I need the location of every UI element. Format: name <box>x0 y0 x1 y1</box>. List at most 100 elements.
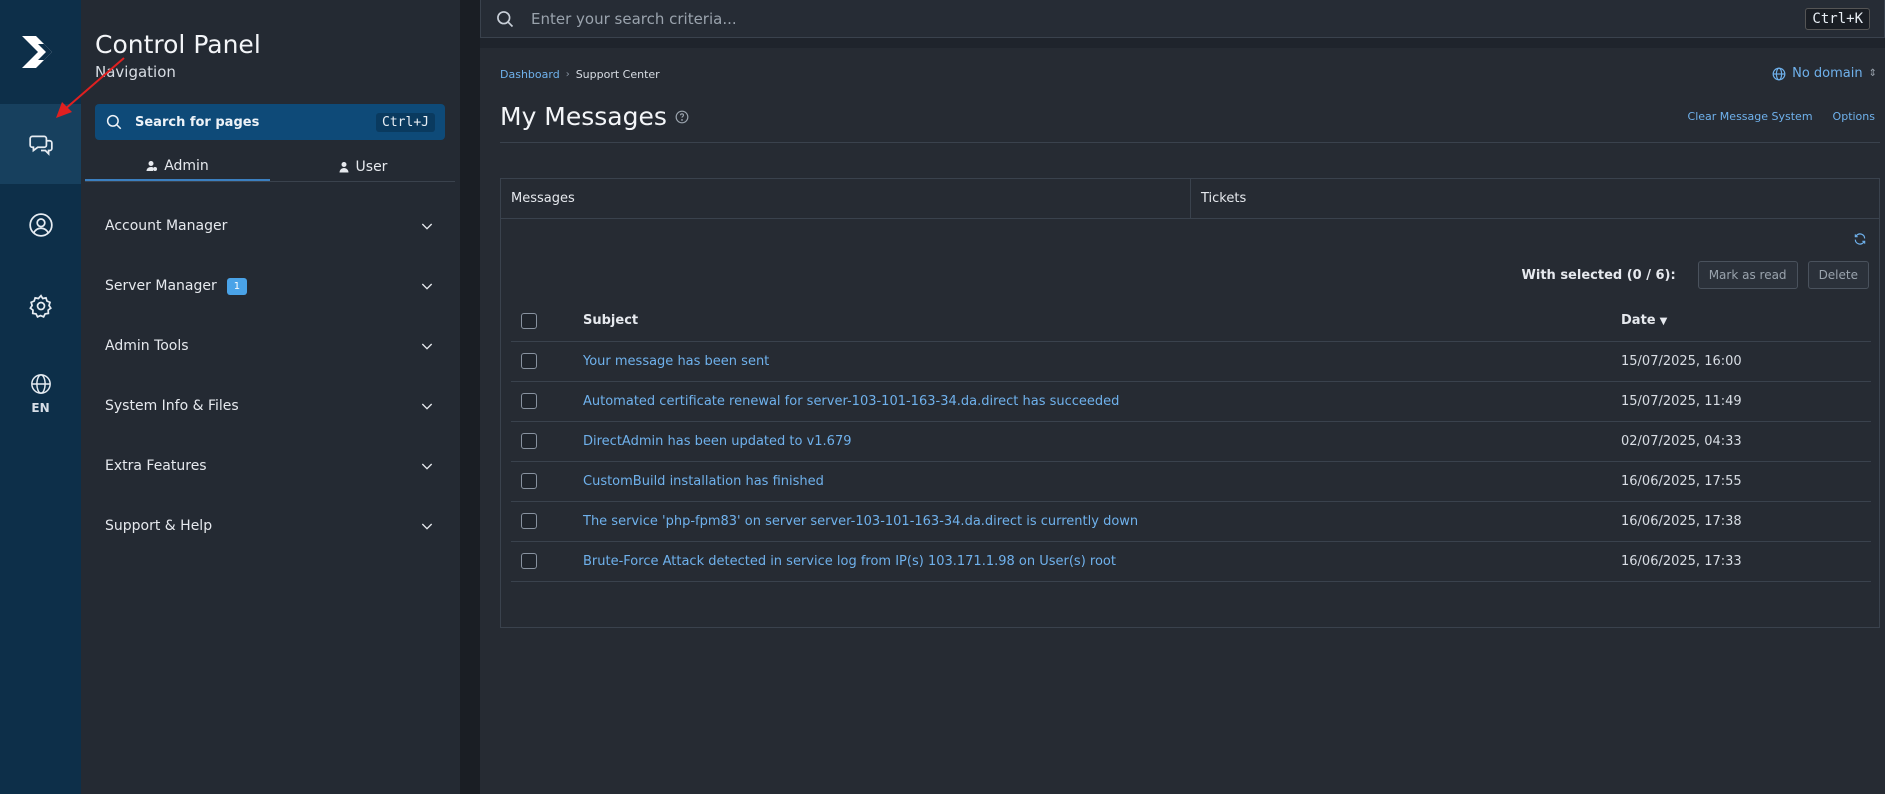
chevron-down-icon <box>421 343 433 350</box>
menu-support-help[interactable]: Support & Help <box>85 496 455 556</box>
breadcrumb: Dashboard › Support Center <box>500 68 660 81</box>
mark-as-read-button[interactable]: Mark as read <box>1697 261 1798 289</box>
table-row[interactable]: The service 'php-fpm83' on server server… <box>511 501 1871 542</box>
page-search-label: Search for pages <box>135 114 260 130</box>
table-row[interactable]: DirectAdmin has been updated to v1.679 0… <box>511 421 1871 462</box>
chevron-down-icon <box>421 463 433 470</box>
row-checkbox[interactable] <box>521 353 537 369</box>
navigation-subtitle: Navigation <box>95 63 176 81</box>
user-profile-rail-button[interactable] <box>0 185 81 265</box>
notification-badge: 1 <box>226 277 248 295</box>
menu-admin-tools[interactable]: Admin Tools <box>85 316 455 376</box>
settings-rail-button[interactable] <box>0 266 81 346</box>
row-checkbox[interactable] <box>521 393 537 409</box>
menu-account-manager[interactable]: Account Manager <box>85 196 455 256</box>
delete-button[interactable]: Delete <box>1807 261 1869 289</box>
globe-icon <box>1772 67 1786 80</box>
breadcrumb-separator-icon: › <box>565 69 570 80</box>
panel-tabs: Messages Tickets <box>501 179 1879 219</box>
language-label: EN <box>31 401 50 415</box>
message-date: 02/07/2025, 04:33 <box>1621 421 1871 462</box>
menu-server-manager[interactable]: Server Manager 1 <box>85 256 455 316</box>
chat-bubbles-icon <box>28 135 53 156</box>
date-column-label: Date <box>1621 313 1656 329</box>
language-rail-button[interactable]: EN <box>0 354 81 434</box>
table-row[interactable]: CustomBuild installation has finished 16… <box>511 461 1871 502</box>
options-link[interactable]: Options <box>1833 110 1875 123</box>
updown-chevron-icon: ⇕ <box>1868 68 1877 79</box>
date-column-header[interactable]: Date ▼ <box>1621 301 1871 342</box>
gear-icon <box>28 294 52 318</box>
select-all-checkbox[interactable] <box>521 312 537 329</box>
domain-selector-label: No domain <box>1792 66 1863 81</box>
page-search-shortcut: Ctrl+J <box>376 112 435 132</box>
navigation-panel: Control Panel Navigation Search for page… <box>81 0 460 794</box>
admin-user-icon <box>146 160 158 171</box>
message-subject-link[interactable]: Automated certificate renewal for server… <box>583 381 1621 422</box>
bulk-actions: With selected (0 / 6): Mark as read Dele… <box>1522 261 1869 289</box>
icon-rail: EN <box>0 0 81 794</box>
tab-tickets[interactable]: Tickets <box>1190 179 1879 218</box>
table-row[interactable]: Brute-Force Attack detected in service l… <box>511 541 1871 582</box>
tab-user[interactable]: User <box>270 152 455 181</box>
user-circle-icon <box>28 213 53 237</box>
globe-icon <box>30 374 51 394</box>
messages-panel: Messages Tickets With selected (0 / 6): … <box>500 178 1880 628</box>
page-search-button[interactable]: Search for pages Ctrl+J <box>95 104 445 140</box>
chevron-down-icon <box>421 283 433 290</box>
breadcrumb-dashboard[interactable]: Dashboard <box>500 68 560 81</box>
header-actions: Clear Message System Options <box>1688 110 1875 123</box>
refresh-icon[interactable] <box>1853 232 1867 246</box>
table-row[interactable]: Your message has been sent 15/07/2025, 1… <box>511 341 1871 382</box>
menu-item-label: Extra Features <box>105 458 207 474</box>
role-tabs: Admin User <box>85 152 455 182</box>
row-checkbox[interactable] <box>521 513 537 529</box>
header-divider <box>500 142 1880 143</box>
tab-admin[interactable]: Admin <box>85 152 270 181</box>
tab-messages[interactable]: Messages <box>501 179 1190 218</box>
menu-item-label: Account Manager <box>105 218 228 234</box>
message-date: 15/07/2025, 11:49 <box>1621 381 1871 422</box>
directadmin-logo-icon[interactable] <box>18 30 62 74</box>
clear-message-system-link[interactable]: Clear Message System <box>1688 110 1813 123</box>
row-checkbox[interactable] <box>521 433 537 449</box>
control-panel-title: Control Panel <box>95 30 261 59</box>
message-subject-link[interactable]: Your message has been sent <box>583 341 1621 382</box>
menu-system-info-files[interactable]: System Info & Files <box>85 376 455 436</box>
messages-rail-button[interactable] <box>0 104 81 184</box>
nav-scroll-gutter <box>460 0 480 794</box>
global-search-bar[interactable]: Enter your search criteria... Ctrl+K <box>480 0 1885 38</box>
message-subject-link[interactable]: The service 'php-fpm83' on server server… <box>583 501 1621 542</box>
menu-extra-features[interactable]: Extra Features <box>85 436 455 496</box>
subject-column-header[interactable]: Subject <box>583 301 1621 342</box>
chevron-down-icon <box>421 523 433 530</box>
help-icon[interactable] <box>675 110 689 124</box>
messages-table: Subject Date ▼ Your message has been sent… <box>511 301 1871 582</box>
message-date: 16/06/2025, 17:33 <box>1621 541 1871 582</box>
message-date: 15/07/2025, 16:00 <box>1621 341 1871 382</box>
message-subject-link[interactable]: CustomBuild installation has finished <box>583 461 1621 502</box>
tab-user-label: User <box>355 158 388 175</box>
message-subject-link[interactable]: DirectAdmin has been updated to v1.679 <box>583 421 1621 462</box>
page-title: My Messages <box>500 102 689 131</box>
row-checkbox[interactable] <box>521 473 537 489</box>
global-search-input[interactable]: Enter your search criteria... <box>531 10 1805 28</box>
domain-selector[interactable]: No domain ⇕ <box>1772 66 1877 81</box>
message-date: 16/06/2025, 17:38 <box>1621 501 1871 542</box>
page-title-text: My Messages <box>500 102 667 131</box>
with-selected-label: With selected (0 / 6): <box>1521 267 1676 283</box>
menu-item-label: Support & Help <box>105 518 213 534</box>
tab-admin-label: Admin <box>164 157 209 174</box>
message-subject-link[interactable]: Brute-Force Attack detected in service l… <box>583 541 1621 582</box>
breadcrumb-current: Support Center <box>575 68 660 81</box>
sort-desc-icon: ▼ <box>1659 316 1668 328</box>
menu-item-label: System Info & Files <box>105 398 239 414</box>
row-checkbox[interactable] <box>521 553 537 569</box>
chevron-down-icon <box>421 403 433 410</box>
table-row[interactable]: Automated certificate renewal for server… <box>511 381 1871 422</box>
menu-item-label: Server Manager <box>105 278 217 294</box>
main-content: Dashboard › Support Center No domain ⇕ M… <box>480 48 1885 794</box>
search-icon <box>497 10 514 27</box>
chevron-down-icon <box>421 223 433 230</box>
global-search-shortcut: Ctrl+K <box>1805 7 1870 30</box>
